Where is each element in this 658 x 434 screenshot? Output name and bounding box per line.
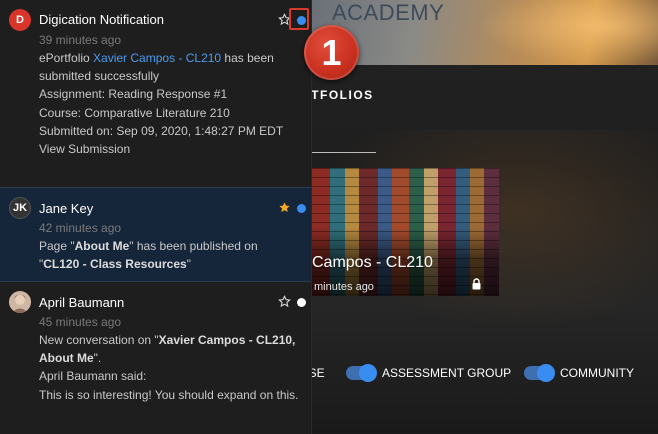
assignment-line: Assignment: Reading Response #1 [39,87,228,102]
notification-time: 42 minutes ago [39,221,122,235]
notification-item[interactable]: D Digication Notification 39 minutes ago… [0,0,311,187]
notification-time: 39 minutes ago [39,33,122,47]
april-baumann-avatar [9,291,31,313]
academy-banner-text: ACADEMY [332,0,445,25]
tab-underline [312,152,376,153]
notification-body: Page "About Me" has been published on "C… [39,239,258,272]
notification-item[interactable]: April Baumann 45 minutes ago New convers… [0,282,311,434]
digication-avatar: D [9,9,31,31]
star-outline-icon[interactable] [278,295,291,308]
person-photo-icon [9,291,31,313]
lock-icon [472,278,481,290]
portfolio-card[interactable] [312,168,499,296]
filter-assessment-group-label: ASSESSMENT GROUP [382,366,512,380]
annotation-highlight-box [289,8,309,30]
notification-time: 45 minutes ago [39,315,122,329]
portfolio-card-title[interactable]: Campos - CL210 [312,254,433,272]
portfolio-card-time: minutes ago [314,281,374,293]
submitted-line: Submitted on: Sep 09, 2020, 1:48:27 PM E… [39,123,284,138]
notification-item[interactable]: JK Jane Key 42 minutes ago Page "About M… [0,187,311,282]
course-line: Course: Comparative Literature 210 [39,105,230,120]
filter-community-label: COMMUNITY [560,366,634,380]
notification-sender: Jane Key [39,201,94,216]
banner-glow [478,0,658,65]
unread-dot-icon[interactable] [297,204,306,213]
jane-key-avatar: JK [9,197,31,219]
page-name: About Me [74,239,130,253]
notification-panel: D Digication Notification 39 minutes ago… [0,0,312,434]
said-line: April Baumann said: [39,369,147,384]
step-callout-badge: 1 [304,25,359,80]
message-text: This is so interesting! You should expan… [39,387,299,402]
community-toggle[interactable] [524,364,555,382]
eportfolio-link[interactable]: Xavier Campos - CL210 [93,51,221,65]
notification-body: ePortfolio Xavier Campos - CL210 has bee… [39,49,301,158]
portfolio-name: CL120 - Class Resources [43,257,187,272]
view-submission-link[interactable]: View Submission [39,140,301,158]
star-filled-icon[interactable] [278,201,291,214]
notification-body: New conversation on "Xavier Campos - CL2… [39,331,301,404]
notification-sender: April Baumann [39,295,125,310]
filter-community[interactable]: COMMUNITY [524,363,634,383]
read-dot-icon[interactable] [297,298,306,307]
filter-assessment-group[interactable]: ASSESSMENT GROUP [346,363,511,383]
assessment-group-toggle[interactable] [346,364,377,382]
notification-sender: Digication Notification [39,12,165,27]
